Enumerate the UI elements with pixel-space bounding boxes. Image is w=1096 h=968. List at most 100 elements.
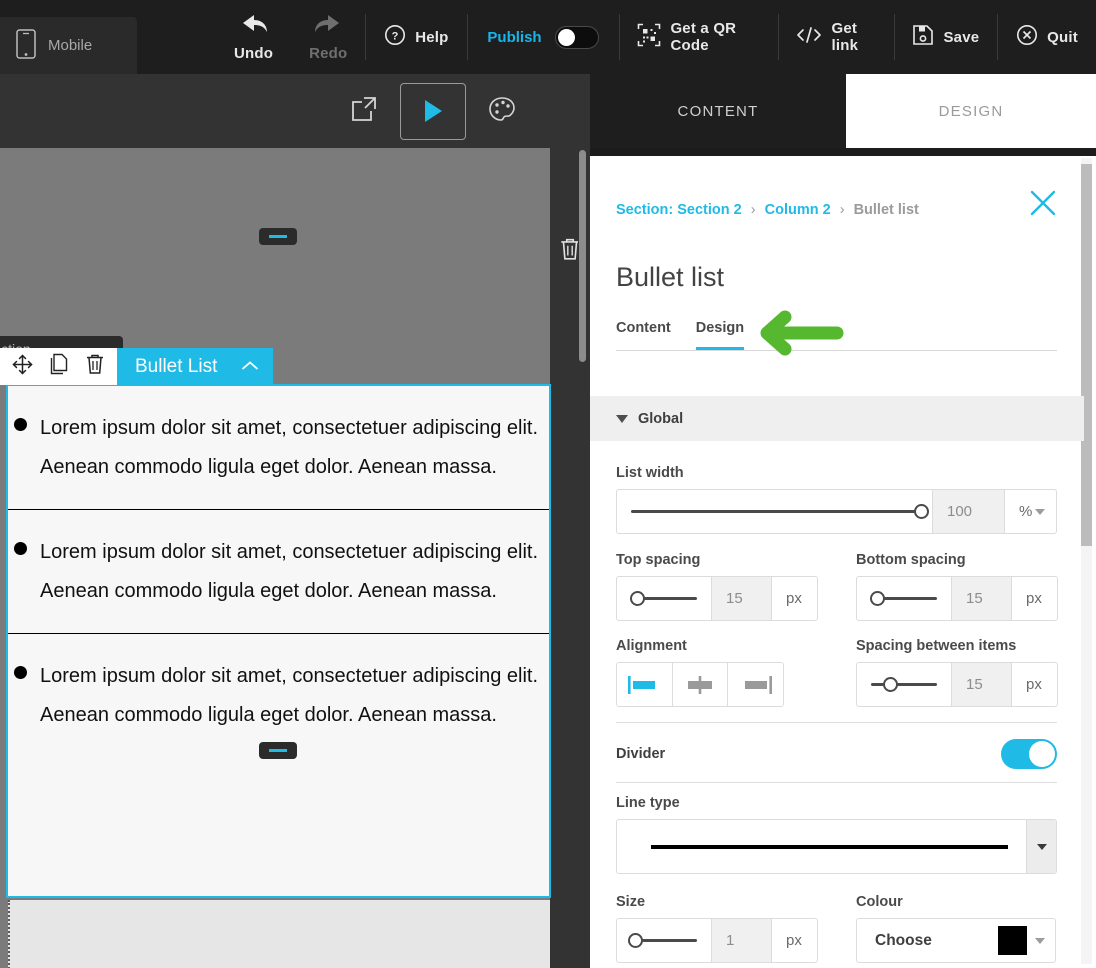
open-external-button[interactable] bbox=[350, 95, 378, 128]
field-divider: Divider bbox=[616, 738, 1057, 770]
panel-divider-line bbox=[616, 722, 1057, 723]
publish-toggle[interactable] bbox=[555, 26, 599, 49]
field-line-type: Line type bbox=[616, 795, 1057, 874]
spacing-between-unit: px bbox=[1011, 663, 1057, 706]
tab-content-settings-label: Content bbox=[616, 320, 671, 336]
breadcrumb-column[interactable]: Column 2 bbox=[765, 202, 831, 218]
canvas-preview: Section bbox=[0, 148, 590, 968]
redo-label: Redo bbox=[309, 45, 347, 62]
colour-swatch-group bbox=[998, 926, 1045, 955]
size-value[interactable]: 1 bbox=[711, 919, 771, 962]
resize-handle-top[interactable] bbox=[259, 228, 297, 245]
top-spacing-slider[interactable] bbox=[617, 577, 711, 620]
save-button[interactable]: Save bbox=[894, 0, 997, 74]
redo-button[interactable]: Redo bbox=[291, 0, 365, 74]
bullet-list: Lorem ipsum dolor sit amet, consectetuer… bbox=[8, 386, 549, 757]
tab-content-label: CONTENT bbox=[678, 103, 759, 120]
size-slider[interactable] bbox=[617, 919, 711, 962]
field-spacing-between-items: Spacing between items 15 px bbox=[856, 638, 1058, 707]
theme-palette-button[interactable] bbox=[488, 96, 516, 127]
field-bottom-spacing: Bottom spacing 15 px bbox=[856, 552, 1058, 621]
slider-thumb[interactable] bbox=[870, 591, 885, 606]
colour-swatch[interactable] bbox=[998, 926, 1027, 955]
field-divider-label: Divider bbox=[616, 746, 665, 762]
top-spacing-control[interactable]: 15 px bbox=[616, 576, 818, 621]
line-type-preview bbox=[617, 820, 1026, 873]
list-width-value[interactable]: 100 bbox=[932, 490, 1004, 533]
quit-button[interactable]: Quit bbox=[998, 0, 1096, 74]
chevron-down-icon bbox=[1037, 844, 1047, 850]
align-right-button[interactable] bbox=[728, 663, 783, 706]
preview-play-button[interactable] bbox=[400, 83, 466, 140]
divider-toggle[interactable] bbox=[1001, 739, 1057, 769]
align-center-button[interactable] bbox=[673, 663, 729, 706]
mobile-phone-icon bbox=[16, 29, 36, 63]
solid-line-icon bbox=[651, 845, 1008, 849]
tab-design-settings[interactable]: Design bbox=[696, 320, 744, 350]
element-name-chip[interactable]: Bullet List bbox=[117, 348, 273, 385]
list-width-unit-select[interactable]: % bbox=[1004, 490, 1056, 533]
resize-handle-bottom[interactable] bbox=[259, 742, 297, 759]
canvas-scrollbar-thumb[interactable] bbox=[579, 150, 586, 362]
publish-control[interactable]: Publish bbox=[467, 0, 618, 74]
page-title: Bullet list bbox=[616, 262, 724, 293]
tab-design[interactable]: DESIGN bbox=[846, 74, 1096, 148]
code-brackets-icon bbox=[796, 26, 822, 49]
help-button[interactable]: ? Help bbox=[366, 0, 466, 74]
image-placeholder-section[interactable] bbox=[8, 900, 550, 968]
align-left-button[interactable] bbox=[617, 663, 673, 706]
chevron-down-icon bbox=[1035, 938, 1045, 944]
device-label: Mobile bbox=[48, 37, 92, 54]
bullet-dot-icon bbox=[14, 418, 27, 431]
get-qr-code-button[interactable]: Get a QR Code bbox=[619, 0, 777, 74]
breadcrumb-section[interactable]: Section: Section 2 bbox=[616, 202, 742, 218]
bottom-spacing-control[interactable]: 15 px bbox=[856, 576, 1058, 621]
size-control[interactable]: 1 px bbox=[616, 918, 818, 963]
publish-label: Publish bbox=[487, 29, 541, 46]
slider-thumb[interactable] bbox=[628, 933, 643, 948]
annotation-arrow-icon bbox=[755, 305, 845, 366]
list-item[interactable]: Lorem ipsum dolor sit amet, consectetuer… bbox=[8, 386, 549, 510]
list-width-control[interactable]: 100 % bbox=[616, 489, 1057, 534]
bullet-dot-icon bbox=[14, 542, 27, 555]
chevron-up-icon[interactable] bbox=[241, 356, 259, 378]
spacing-between-value[interactable]: 15 bbox=[951, 663, 1011, 706]
panel-scrollbar-thumb[interactable] bbox=[1081, 164, 1092, 546]
undo-icon bbox=[237, 10, 271, 41]
colour-picker-control[interactable]: Choose bbox=[856, 918, 1056, 963]
bottom-spacing-slider[interactable] bbox=[857, 577, 951, 620]
top-spacing-value[interactable]: 15 bbox=[711, 577, 771, 620]
bottom-spacing-unit: px bbox=[1011, 577, 1057, 620]
group-header-global[interactable]: Global bbox=[590, 396, 1084, 441]
field-top-spacing-label: Top spacing bbox=[616, 552, 818, 568]
save-disk-icon bbox=[912, 24, 934, 51]
move-icon[interactable] bbox=[12, 354, 33, 380]
get-link-button[interactable]: Get link bbox=[778, 0, 893, 74]
slider-thumb[interactable] bbox=[630, 591, 645, 606]
duplicate-icon[interactable] bbox=[49, 353, 69, 380]
line-type-dropdown-arrow[interactable] bbox=[1026, 820, 1056, 873]
slider-thumb[interactable] bbox=[883, 677, 898, 692]
spacing-between-control[interactable]: 15 px bbox=[856, 662, 1058, 707]
bullet-item-text: Lorem ipsum dolor sit amet, consectetuer… bbox=[40, 533, 539, 611]
list-width-unit-label: % bbox=[1019, 503, 1032, 520]
list-item[interactable]: Lorem ipsum dolor sit amet, consectetuer… bbox=[8, 634, 549, 757]
list-item[interactable]: Lorem ipsum dolor sit amet, consectetuer… bbox=[8, 510, 549, 634]
device-mobile-button[interactable]: Mobile bbox=[0, 17, 137, 74]
delete-icon[interactable] bbox=[85, 353, 105, 380]
qr-code-icon bbox=[637, 23, 661, 52]
bottom-spacing-value[interactable]: 15 bbox=[951, 577, 1011, 620]
field-colour-label: Colour bbox=[856, 894, 1058, 910]
undo-button[interactable]: Undo bbox=[216, 0, 291, 74]
tab-content-settings[interactable]: Content bbox=[616, 320, 671, 350]
close-panel-button[interactable] bbox=[1028, 188, 1058, 218]
breadcrumb-element: Bullet list bbox=[854, 202, 919, 218]
bullet-list-block[interactable]: Lorem ipsum dolor sit amet, consectetuer… bbox=[6, 384, 551, 898]
line-type-select[interactable] bbox=[616, 819, 1057, 874]
spacing-between-slider[interactable] bbox=[857, 663, 951, 706]
breadcrumb-separator: › bbox=[840, 202, 845, 218]
top-toolbar: Undo Redo ? Help Publish bbox=[0, 0, 1096, 74]
tab-content[interactable]: CONTENT bbox=[590, 74, 846, 148]
list-width-slider[interactable] bbox=[617, 490, 932, 533]
slider-thumb[interactable] bbox=[914, 504, 929, 519]
